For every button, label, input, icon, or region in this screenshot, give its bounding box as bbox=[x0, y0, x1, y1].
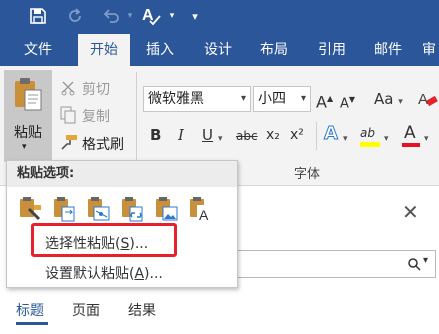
font-size-value: 小四 bbox=[258, 91, 286, 107]
spelling-dropdown-icon[interactable]: ▾ bbox=[166, 4, 178, 28]
tab-mailings[interactable]: 邮件 bbox=[362, 34, 414, 66]
copy-button[interactable]: 复制 bbox=[82, 106, 110, 126]
close-pane-button[interactable]: ✕ bbox=[402, 200, 419, 224]
picture-paste-icon[interactable] bbox=[153, 195, 179, 223]
tab-insert[interactable]: 插入 bbox=[134, 34, 186, 66]
svg-text:A: A bbox=[418, 91, 428, 108]
spelling-icon[interactable]: A bbox=[138, 4, 164, 28]
undo-dropdown-icon[interactable]: ▾ bbox=[124, 4, 136, 28]
tab-review[interactable]: 审 bbox=[418, 34, 439, 66]
highlight-button[interactable]: ab bbox=[360, 122, 380, 147]
text-effect-dropdown-icon[interactable]: ▾ bbox=[343, 125, 348, 147]
search-input[interactable]: ▾ bbox=[236, 250, 436, 278]
tab-pages[interactable]: 页面 bbox=[72, 300, 100, 320]
chevron-down-icon: ▾ bbox=[300, 93, 306, 104]
bold-button[interactable]: B bbox=[150, 124, 161, 146]
tab-results[interactable]: 结果 bbox=[128, 300, 156, 320]
copy-icon bbox=[60, 106, 76, 124]
grow-font-button[interactable]: A▲ bbox=[316, 88, 333, 112]
link-keep-formatting-icon[interactable] bbox=[119, 195, 145, 223]
shrink-font-button[interactable]: A▼ bbox=[340, 89, 355, 111]
text-effect-button[interactable]: A bbox=[324, 123, 339, 145]
keep-source-formatting-icon[interactable] bbox=[17, 195, 43, 223]
paste-icon bbox=[15, 78, 42, 111]
strikethrough-button[interactable]: abc bbox=[236, 125, 258, 147]
font-group-label: 字体 bbox=[294, 167, 321, 182]
set-default-paste-key: A bbox=[134, 266, 145, 282]
font-color-swatch bbox=[402, 143, 420, 147]
title-bar: ▾ A ▾ ▾ bbox=[0, 0, 439, 34]
font-name-select[interactable]: 微软雅黑 ▾ bbox=[143, 86, 251, 112]
use-destination-styles-icon[interactable] bbox=[85, 195, 111, 223]
active-tab-indicator bbox=[16, 322, 48, 325]
paste-options-header: 粘贴选项: bbox=[7, 161, 237, 187]
cut-icon bbox=[61, 81, 75, 96]
highlight-label: ab bbox=[360, 126, 375, 140]
customize-toolbar-icon[interactable]: ▾ bbox=[188, 4, 202, 28]
highlight-dropdown-icon[interactable]: ▾ bbox=[384, 125, 389, 147]
superscript-button[interactable]: x² bbox=[290, 124, 304, 146]
group-divider bbox=[316, 122, 317, 150]
keep-text-only-icon[interactable]: A bbox=[187, 195, 213, 223]
font-color-label: A bbox=[404, 123, 416, 143]
font-color-dropdown-icon[interactable]: ▾ bbox=[424, 125, 429, 147]
paste-label: 粘贴 bbox=[14, 125, 42, 141]
set-default-paste-text: 设置默认粘贴( bbox=[45, 266, 135, 282]
change-case-label: Aa bbox=[374, 90, 394, 108]
underline-button[interactable]: U bbox=[202, 124, 213, 146]
svg-text:A: A bbox=[142, 7, 154, 24]
grow-font-label: A bbox=[316, 92, 327, 112]
search-dropdown-icon[interactable]: ▾ bbox=[423, 255, 428, 266]
font-name-value: 微软雅黑 bbox=[148, 91, 204, 107]
tab-home[interactable]: 开始 bbox=[78, 34, 130, 66]
search-icon[interactable] bbox=[407, 257, 421, 271]
chevron-down-icon: ▾ bbox=[240, 93, 246, 104]
save-icon[interactable] bbox=[24, 4, 52, 28]
paste-dropdown-icon: ▾ bbox=[22, 142, 27, 152]
font-size-select[interactable]: 小四 ▾ bbox=[253, 86, 311, 112]
font-color-button[interactable]: A bbox=[402, 122, 420, 147]
tab-design[interactable]: 设计 bbox=[192, 34, 244, 66]
subscript-button[interactable]: x₂ bbox=[266, 124, 280, 146]
set-default-paste-ellipsis: )... bbox=[144, 266, 163, 282]
paste-button[interactable]: 粘贴 ▾ bbox=[4, 70, 52, 162]
shrink-font-label: A bbox=[340, 96, 349, 112]
highlight-annotation-box bbox=[31, 223, 177, 257]
cut-button[interactable]: 剪切 bbox=[82, 79, 110, 99]
change-case-button[interactable]: Aa ▾ bbox=[374, 88, 403, 110]
undo-icon[interactable] bbox=[98, 4, 124, 28]
group-divider bbox=[136, 72, 137, 164]
tab-file[interactable]: 文件 bbox=[12, 34, 64, 66]
merge-formatting-icon[interactable] bbox=[51, 195, 77, 223]
tab-layout[interactable]: 布局 bbox=[248, 34, 300, 66]
underline-dropdown-icon[interactable]: ▾ bbox=[218, 125, 223, 147]
clear-formatting-icon[interactable]: A bbox=[418, 90, 438, 108]
set-default-paste-item[interactable]: 设置默认粘贴(A)... bbox=[45, 263, 163, 283]
paste-options-menu: 粘贴选项: A 选择性粘贴(S)... 设置默认粘贴(A)... bbox=[6, 160, 238, 288]
format-painter-icon bbox=[61, 135, 77, 150]
svg-text:A: A bbox=[199, 207, 209, 223]
tab-references[interactable]: 引用 bbox=[306, 34, 358, 66]
italic-button[interactable]: I bbox=[178, 124, 184, 146]
repeat-icon[interactable] bbox=[62, 4, 88, 28]
ribbon-tab-bar: 文件 开始 插入 设计 布局 引用 邮件 审 bbox=[0, 34, 439, 66]
highlight-color-swatch bbox=[360, 142, 380, 147]
tab-headings[interactable]: 标题 bbox=[16, 300, 44, 320]
format-painter-button[interactable]: 格式刷 bbox=[82, 134, 124, 154]
